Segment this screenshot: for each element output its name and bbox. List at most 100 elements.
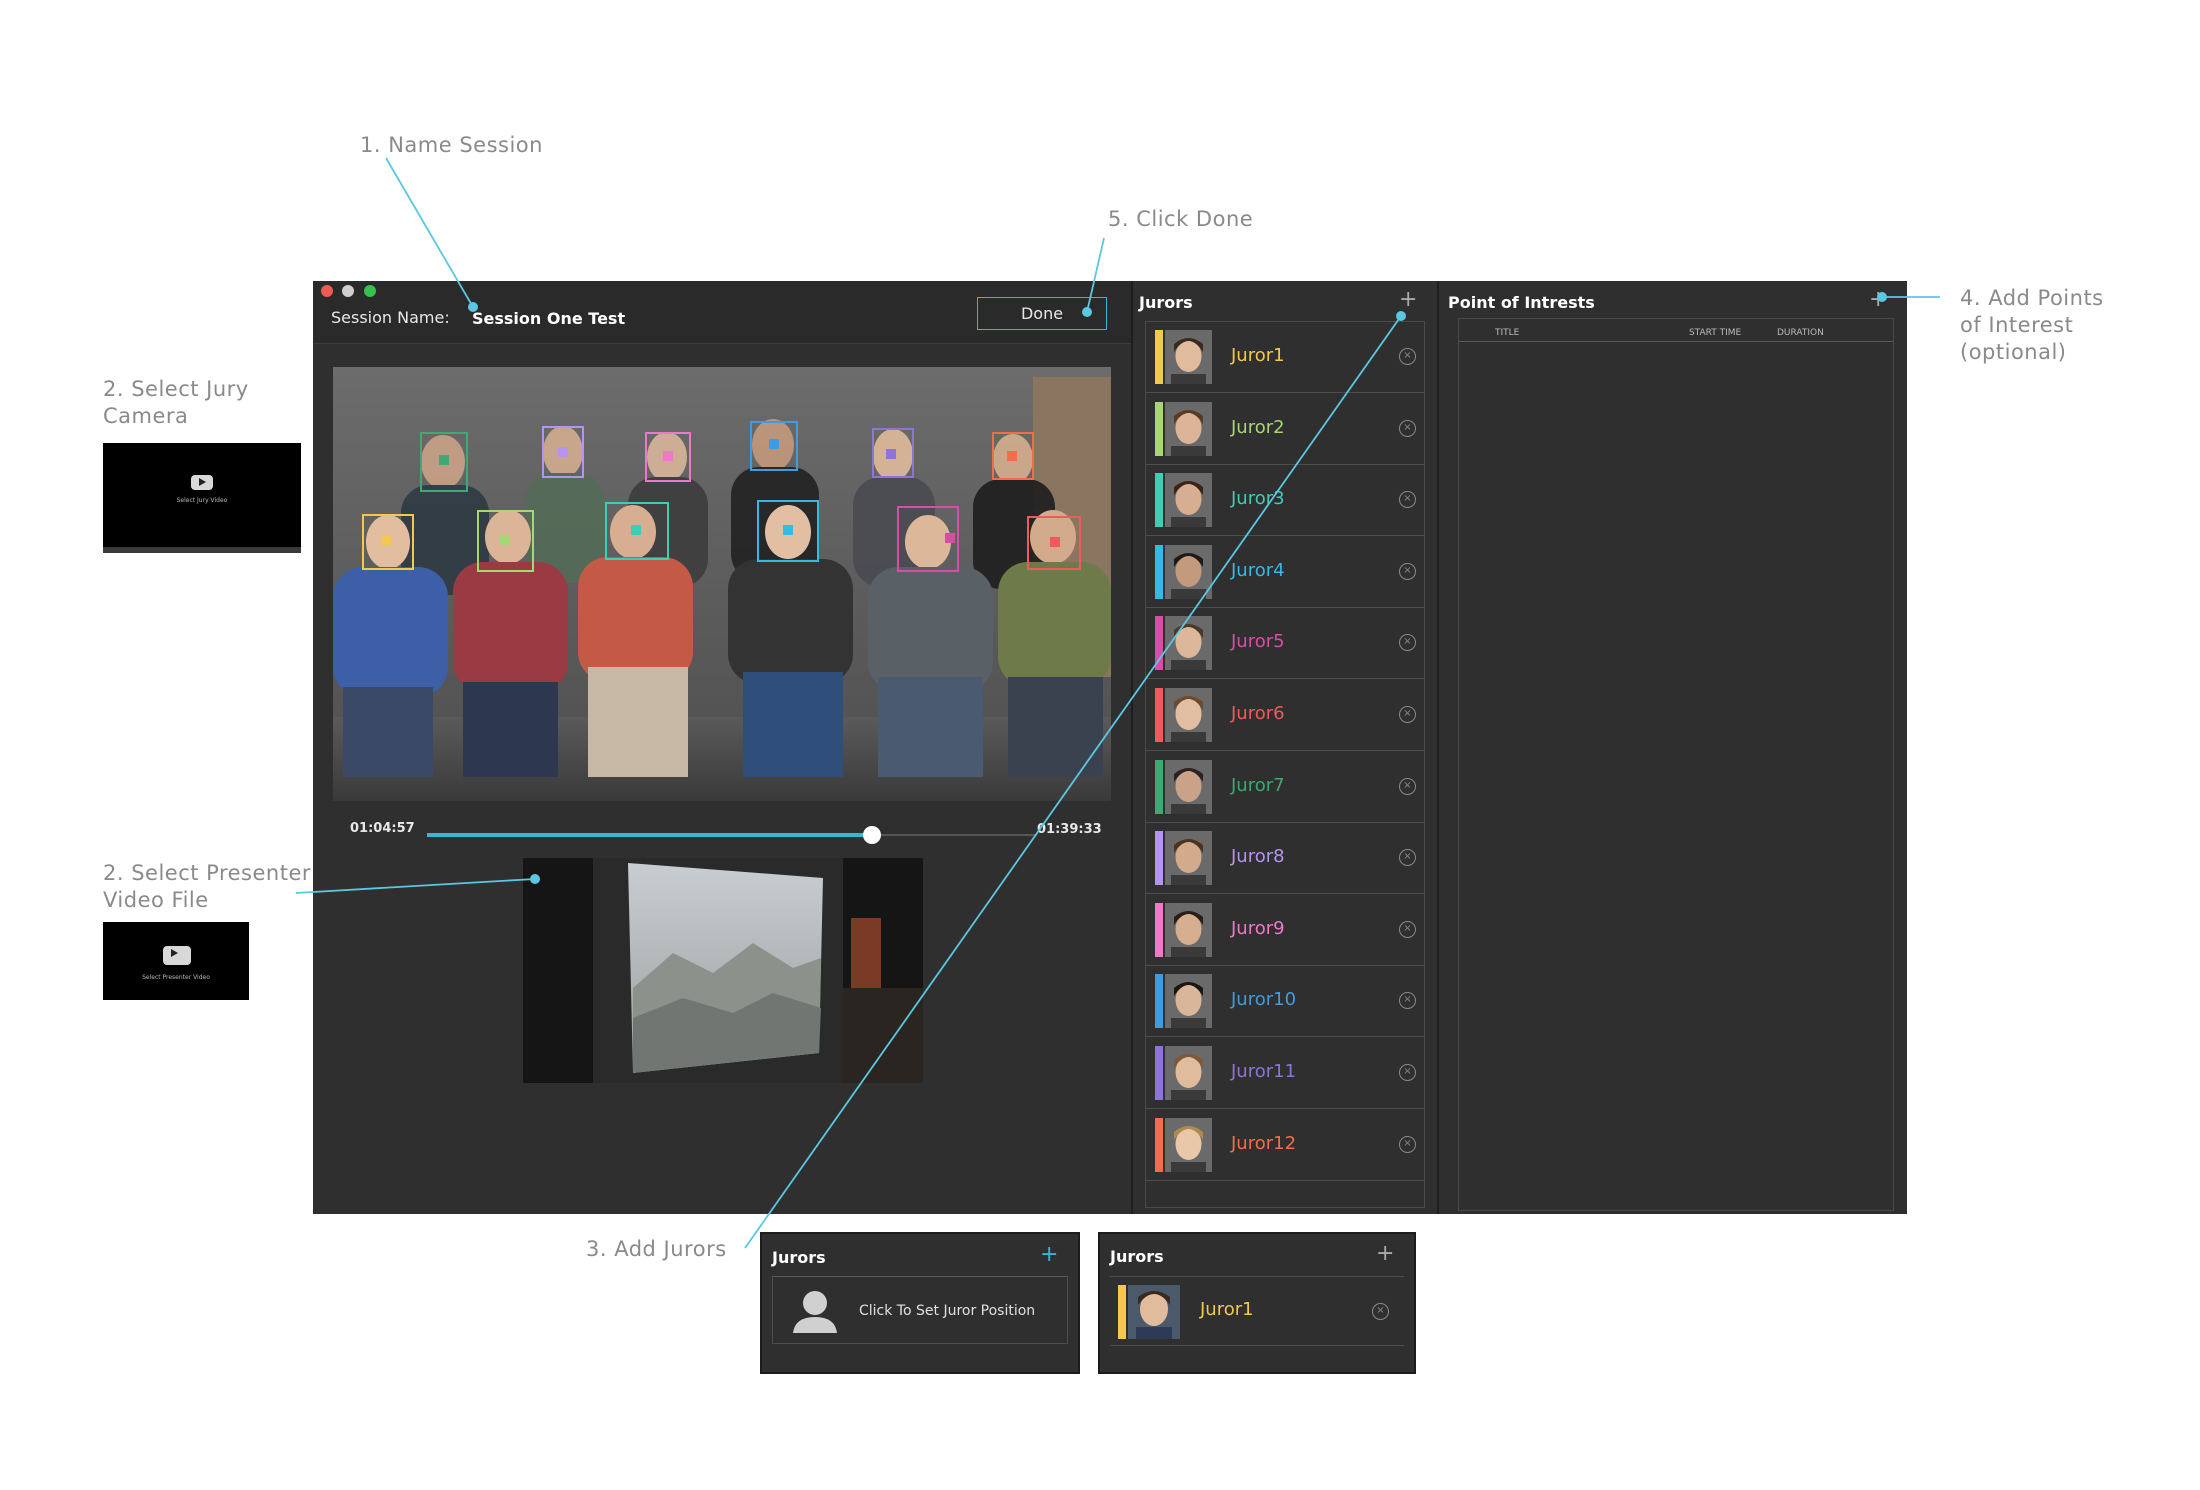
juror-avatar [1165,974,1212,1029]
juror-row[interactable]: Juror6 × [1146,680,1424,751]
juror-avatar [1165,688,1212,742]
callout-jury-camera: 2. Select Jury Camera [103,376,249,430]
callout-jury-camera-line2: Camera [103,404,189,428]
remove-juror-icon[interactable]: × [1399,634,1416,652]
poi-table: TITLE START TIME DURATION [1458,318,1894,1211]
juror-color-bar [1155,1046,1163,1100]
juror-color-bar [1155,759,1163,814]
juror-avatar [1165,544,1212,599]
juror-row[interactable]: Juror9 × [1146,895,1424,966]
play-icon [163,946,191,965]
juror-avatar [1128,1285,1180,1339]
remove-juror-icon[interactable]: × [1399,777,1416,795]
current-time: 01:04:57 [350,821,415,836]
pane-divider[interactable] [1131,281,1133,1214]
callout-jury-camera-line1: 2. Select Jury [103,377,249,401]
juror-color-bar [1155,974,1163,1029]
presenter-video[interactable] [523,858,923,1083]
minimize-window-icon[interactable] [342,285,354,297]
juror-color-bar [1155,688,1163,742]
callout-add-poi-line2: of Interest [1960,313,2074,337]
poi-col-duration[interactable]: DURATION [1777,328,1824,338]
juror-name: Juror6 [1231,703,1285,724]
remove-juror-icon[interactable]: × [1399,562,1416,580]
select-jury-video-thumb[interactable]: Select Jury Video [103,443,301,553]
add-juror-button[interactable]: + [1399,289,1417,311]
juror-color-bar [1155,473,1163,528]
juror-color-bar [1155,831,1163,886]
juror-row[interactable]: Juror12 × [1146,1110,1424,1181]
callout-presenter-video: 2. Select Presenter Video File [103,860,311,914]
juror-name: Juror11 [1231,1061,1297,1082]
juror-row[interactable]: Juror7 × [1146,752,1424,823]
jury-video-frame [333,367,1111,801]
juror-name: Juror3 [1231,488,1285,510]
juror-avatar [1165,1046,1212,1100]
callout-presenter-line2: Video File [103,888,209,912]
juror-avatar [1165,473,1212,528]
session-name-input[interactable]: Session One Test [472,309,625,328]
remove-juror-icon[interactable]: × [1399,1064,1416,1081]
juror-color-bar [1118,1285,1126,1339]
juror-color-bar [1155,616,1163,671]
juror-name: Juror8 [1231,846,1285,868]
juror-list: Juror1 × Juror2 × Juror3 × Juror4 × Juror5 × Juror… [1145,321,1425,1208]
juror-row[interactable]: Juror3 × [1146,465,1424,537]
remove-juror-icon[interactable]: × [1399,849,1416,867]
remove-juror-icon[interactable]: × [1399,1135,1416,1153]
session-window: Session Name: Session One Test Done 01:0… [313,281,1907,1214]
juror-avatar [1165,759,1212,814]
pane-divider[interactable] [1437,281,1439,1214]
add-juror-button[interactable]: + [1040,1244,1058,1266]
title-bar: Session Name: Session One Test Done [313,281,1131,344]
select-presenter-video-label: Select Presenter Video [142,974,210,981]
timeline-scrubber-handle[interactable] [863,826,882,844]
juror-avatar [1165,401,1212,456]
juror-avatar [1165,616,1212,671]
juror-row[interactable]: Juror1 × [1146,322,1424,393]
remove-juror-icon[interactable]: × [1399,920,1416,938]
jurors-panel-filled-example: Jurors + Juror1 × [1098,1232,1416,1374]
poi-col-start-time[interactable]: START TIME [1689,328,1741,338]
juror-color-bar [1155,401,1163,456]
remove-juror-icon[interactable]: × [1399,419,1416,437]
remove-juror-icon[interactable]: × [1399,992,1416,1010]
maximize-window-icon[interactable] [364,285,376,297]
timeline-progress [427,833,873,837]
add-juror-button[interactable]: + [1376,1243,1394,1265]
play-icon [191,475,213,490]
juror-row[interactable]: Juror10 × [1146,966,1424,1038]
mini-jurors-title: Jurors [1110,1247,1164,1266]
juror-row[interactable]: Juror5 × [1146,608,1424,680]
callout-add-jurors: 3. Add Jurors [586,1237,727,1261]
juror-row[interactable]: Juror11 × [1146,1038,1424,1109]
poi-panel-title: Point of Intrests [1448,293,1595,312]
juror-color-bar [1155,902,1163,957]
juror-row[interactable]: Juror8 × [1146,823,1424,895]
close-window-icon[interactable] [321,285,333,297]
remove-juror-icon[interactable]: × [1399,706,1416,723]
remove-juror-icon[interactable]: × [1399,491,1416,509]
total-time: 01:39:33 [1037,822,1102,837]
callout-name-session: 1. Name Session [360,133,543,157]
juror-name: Juror1 [1231,345,1285,366]
poi-col-title[interactable]: TITLE [1495,328,1519,338]
juror-color-bar [1155,330,1163,384]
timeline-track[interactable] [427,826,1037,844]
juror-row[interactable]: Juror4 × [1146,537,1424,608]
juror-row[interactable]: Juror2 × [1146,394,1424,465]
remove-juror-icon[interactable]: × [1399,348,1416,365]
session-name-label: Session Name: [331,308,450,327]
set-juror-position-label: Click To Set Juror Position [859,1303,1036,1319]
done-button[interactable]: Done [977,297,1107,330]
set-juror-position-row[interactable]: Click To Set Juror Position [772,1276,1068,1344]
jury-video[interactable] [333,367,1111,801]
remove-juror-icon[interactable]: × [1372,1303,1389,1320]
select-presenter-video-thumb[interactable]: Select Presenter Video [103,922,249,1000]
add-poi-button[interactable]: + [1869,289,1887,311]
juror-row[interactable]: Juror1 × [1110,1276,1404,1346]
juror-avatar [1165,831,1212,886]
juror-name: Juror1 [1200,1299,1254,1320]
presenter-video-frame [523,858,923,1083]
juror-avatar [1165,1117,1212,1172]
